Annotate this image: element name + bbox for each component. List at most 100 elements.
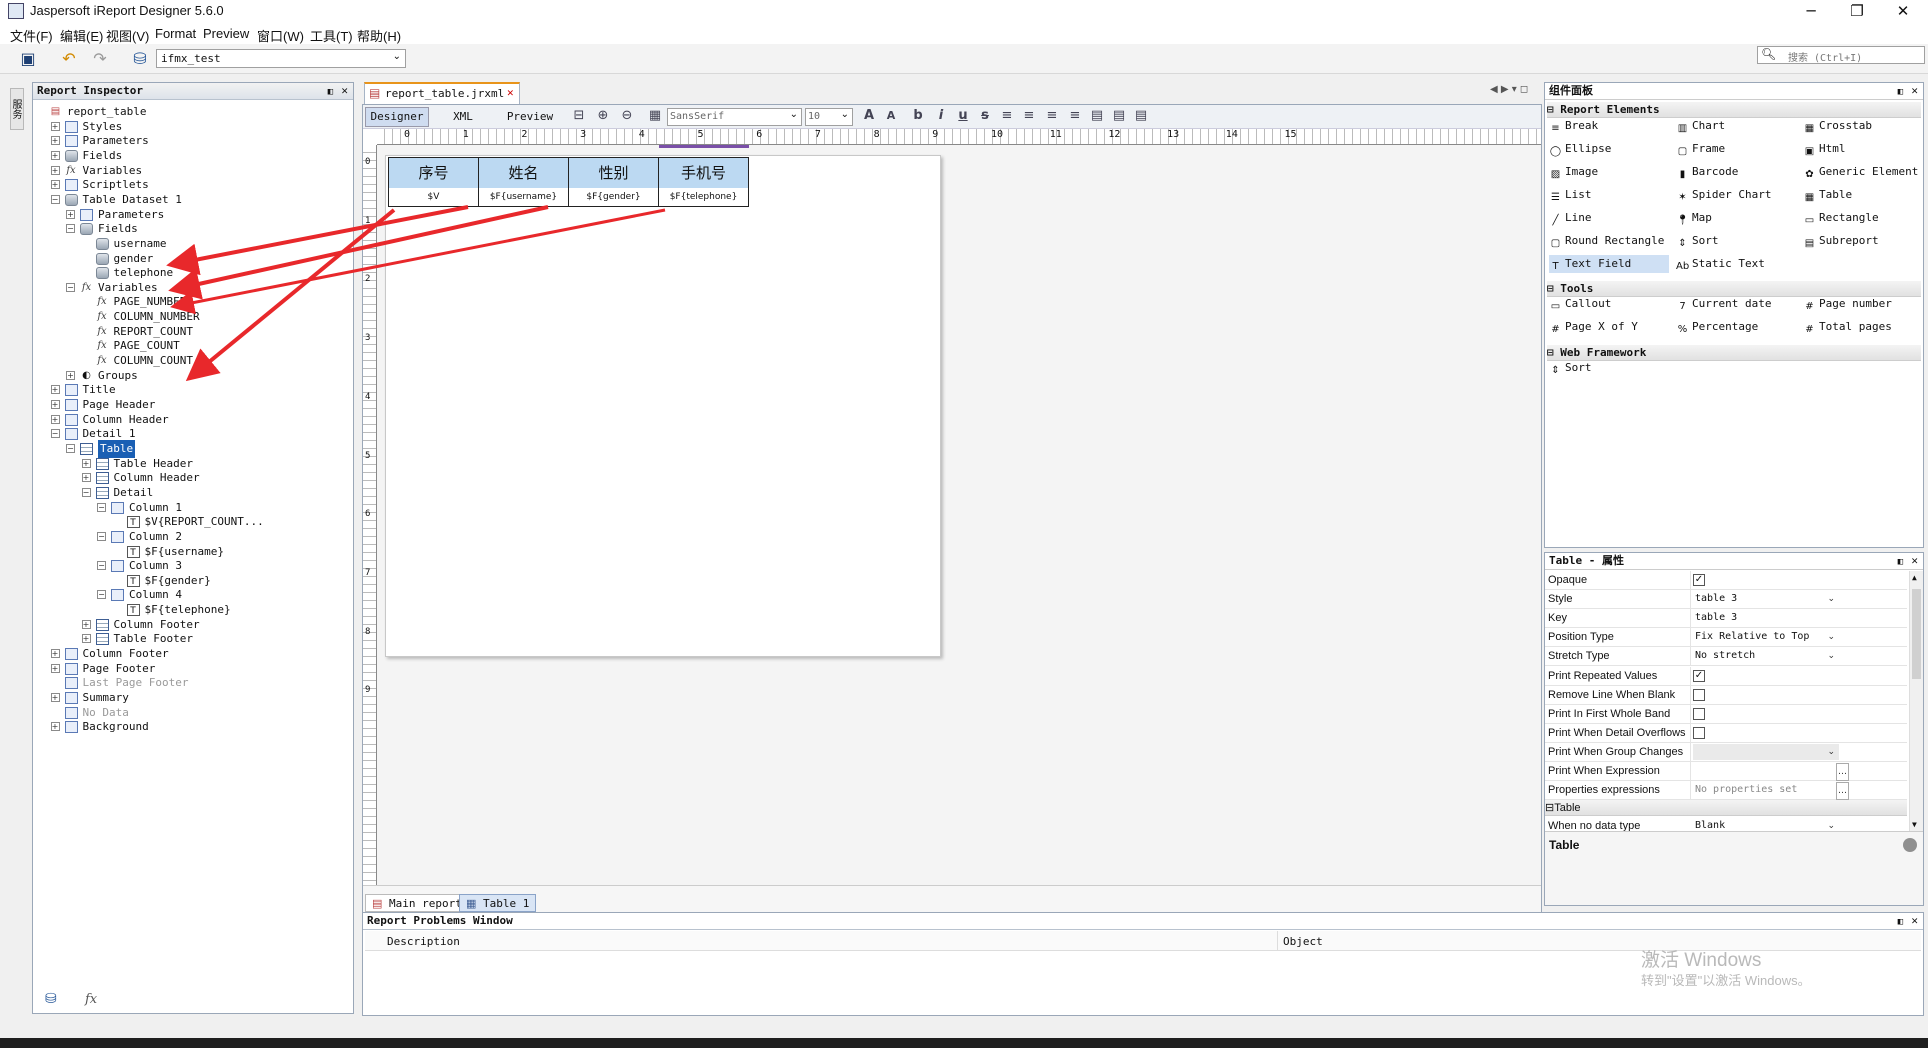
expand-icon[interactable]: + bbox=[50, 121, 60, 131]
col-description[interactable]: Description bbox=[387, 935, 460, 948]
chevron-down-icon[interactable]: ⌄ bbox=[1827, 744, 1835, 760]
minimize-problems-icon[interactable]: ◧ bbox=[1898, 914, 1903, 930]
report-properties-icon[interactable]: ▦ bbox=[645, 107, 665, 125]
property-row[interactable]: Style table 3 ⌄ bbox=[1545, 590, 1907, 610]
palette-round-rectangle[interactable]: ▢ Round Rectangle bbox=[1549, 232, 1665, 250]
palette-sort[interactable]: ⇕ Sort bbox=[1549, 359, 1591, 377]
palette-ellipse[interactable]: ◯ Ellipse bbox=[1549, 140, 1611, 158]
tab-xml[interactable]: XML bbox=[433, 108, 493, 126]
align-right-icon[interactable]: ≡ bbox=[1065, 107, 1085, 125]
minimize-icon[interactable]: ─ bbox=[1788, 0, 1834, 24]
collapse-icon[interactable]: − bbox=[66, 443, 75, 453]
expand-icon[interactable]: + bbox=[81, 619, 91, 629]
tab-preview[interactable]: Preview bbox=[498, 108, 562, 126]
expand-icon[interactable]: + bbox=[50, 649, 60, 659]
palette-list[interactable]: ☰ List bbox=[1549, 186, 1591, 204]
scroll-down-icon[interactable]: ▼ bbox=[1912, 820, 1917, 829]
align-left-icon[interactable]: ≡ bbox=[997, 107, 1017, 125]
expand-icon[interactable]: + bbox=[50, 693, 60, 702]
palette-html[interactable]: ▣ Html bbox=[1803, 140, 1846, 158]
expand-icon[interactable]: + bbox=[50, 414, 60, 424]
increase-font-icon[interactable]: A bbox=[859, 107, 879, 125]
property-row[interactable]: Opaque ✓ bbox=[1545, 571, 1907, 590]
property-row[interactable]: Remove Line When Blank bbox=[1545, 685, 1907, 705]
detail-cell-telephone[interactable]: $F{telephone} bbox=[659, 188, 749, 206]
datasource-icon[interactable]: ⛁ bbox=[128, 48, 152, 70]
property-checkbox[interactable] bbox=[1693, 726, 1705, 739]
font-size-select[interactable]: 10 ⌄ bbox=[805, 108, 853, 126]
expand-icon[interactable]: + bbox=[66, 370, 75, 380]
scroll-thumb[interactable] bbox=[1912, 589, 1921, 679]
palette-current-date[interactable]: 7 Current date bbox=[1676, 295, 1771, 313]
property-editor[interactable]: No properties set… bbox=[1693, 782, 1849, 801]
strikethrough-icon[interactable]: s bbox=[975, 107, 995, 125]
palette-static-text[interactable]: Ab Static Text bbox=[1676, 255, 1765, 273]
align-center-icon[interactable]: ≡ bbox=[1042, 107, 1062, 125]
header-cell-name[interactable]: 姓名 bbox=[479, 158, 569, 188]
tree-background[interactable]: + Background bbox=[33, 718, 351, 736]
menu-window[interactable]: 窗口(W) bbox=[257, 26, 304, 45]
detail-cell-username[interactable]: $F{username} bbox=[479, 188, 569, 206]
palette-line[interactable]: ╱ Line bbox=[1549, 209, 1591, 227]
undo-icon[interactable]: ↶ bbox=[57, 48, 81, 70]
property-scrollbar[interactable]: ▲ ▼ bbox=[1909, 571, 1923, 831]
property-editor[interactable]: ⌄ bbox=[1693, 743, 1839, 760]
close-problems-icon[interactable]: ✕ bbox=[1911, 913, 1918, 929]
expand-icon[interactable]: + bbox=[81, 473, 91, 483]
property-row[interactable]: Print When Expression… bbox=[1545, 762, 1907, 781]
chevron-down-icon[interactable]: ⌄ bbox=[1827, 648, 1835, 664]
close-panel-icon[interactable]: ✕ bbox=[341, 83, 348, 99]
header-cell-seq[interactable]: 序号 bbox=[389, 158, 479, 188]
close-palette-icon[interactable]: ✕ bbox=[1911, 83, 1918, 99]
expand-icon[interactable]: + bbox=[81, 458, 91, 468]
property-row[interactable]: Properties expressions No properties set… bbox=[1545, 781, 1907, 801]
palette-frame[interactable]: ▢ Frame bbox=[1676, 140, 1725, 158]
property-row[interactable]: Position Type Fix Relative to Top ⌄ bbox=[1545, 628, 1907, 648]
expand-icon[interactable]: + bbox=[50, 400, 60, 409]
expand-icon[interactable]: + bbox=[81, 634, 91, 644]
property-editor[interactable]: table 3 bbox=[1693, 610, 1839, 626]
zoom-in-icon[interactable]: ⊕ bbox=[593, 107, 613, 125]
palette-spider-chart[interactable]: ✶ Spider Chart bbox=[1676, 186, 1771, 204]
property-row[interactable]: Print In First Whole Band bbox=[1545, 704, 1907, 724]
underline-icon[interactable]: u bbox=[953, 107, 973, 125]
collapse-icon[interactable]: − bbox=[81, 487, 91, 497]
palette-section[interactable]: ⊟ Report Elements bbox=[1547, 102, 1921, 118]
collapse-icon[interactable]: − bbox=[66, 224, 75, 234]
palette-section[interactable]: ⊟ Web Framework bbox=[1547, 345, 1921, 361]
expand-icon[interactable]: + bbox=[66, 209, 75, 219]
close-icon[interactable]: ✕ bbox=[1880, 0, 1926, 24]
chevron-down-icon[interactable]: ⌄ bbox=[1827, 591, 1835, 607]
menu-tools[interactable]: 工具(T) bbox=[310, 26, 353, 45]
expand-icon[interactable]: + bbox=[50, 136, 60, 146]
property-editor[interactable]: table 3 ⌄ bbox=[1693, 591, 1839, 607]
align-top-icon[interactable]: ▤ bbox=[1087, 107, 1107, 125]
palette-break[interactable]: ≡ Break bbox=[1549, 117, 1598, 135]
collapse-icon[interactable]: ⊟ bbox=[1547, 103, 1560, 116]
palette-generic-element[interactable]: ✿ Generic Element bbox=[1803, 163, 1918, 181]
collapse-icon[interactable]: ⊟ bbox=[1547, 346, 1560, 359]
help-icon[interactable] bbox=[1903, 838, 1917, 852]
restore-icon[interactable]: ❐ bbox=[1834, 0, 1880, 24]
col-object[interactable]: Object bbox=[1283, 935, 1323, 948]
ellipsis-button[interactable]: … bbox=[1836, 763, 1849, 781]
zoom-out-icon[interactable]: ⊖ bbox=[617, 107, 637, 125]
menu-file[interactable]: 文件(F) bbox=[10, 26, 53, 45]
minimize-panel-icon[interactable]: ◧ bbox=[328, 84, 333, 100]
detail-cell-gender[interactable]: $F{gender} bbox=[569, 188, 659, 206]
align-justify-icon[interactable]: ≡ bbox=[1019, 107, 1039, 125]
close-tab-icon[interactable]: ✕ bbox=[507, 86, 514, 99]
save-all-icon[interactable]: ▣ bbox=[16, 48, 40, 70]
decrease-font-icon[interactable]: A bbox=[881, 107, 901, 125]
property-checkbox[interactable]: ✓ bbox=[1693, 669, 1705, 682]
property-editor[interactable]: Fix Relative to Top ⌄ bbox=[1693, 629, 1839, 645]
datasource-select[interactable]: ifmx_test ⌄ bbox=[156, 49, 406, 68]
ellipsis-button[interactable]: … bbox=[1836, 782, 1849, 801]
expand-icon[interactable]: + bbox=[50, 722, 60, 732]
detail-cell-count[interactable]: $V bbox=[389, 188, 479, 206]
menu-view[interactable]: 视图(V) bbox=[106, 26, 149, 45]
property-checkbox[interactable] bbox=[1693, 688, 1705, 701]
collapse-icon[interactable]: ⊟ bbox=[1545, 802, 1554, 814]
tab-table-1[interactable]: ▦ Table 1 bbox=[459, 894, 537, 912]
search-input[interactable]: 🔍︎ 搜索 (Ctrl+I) bbox=[1757, 46, 1925, 64]
